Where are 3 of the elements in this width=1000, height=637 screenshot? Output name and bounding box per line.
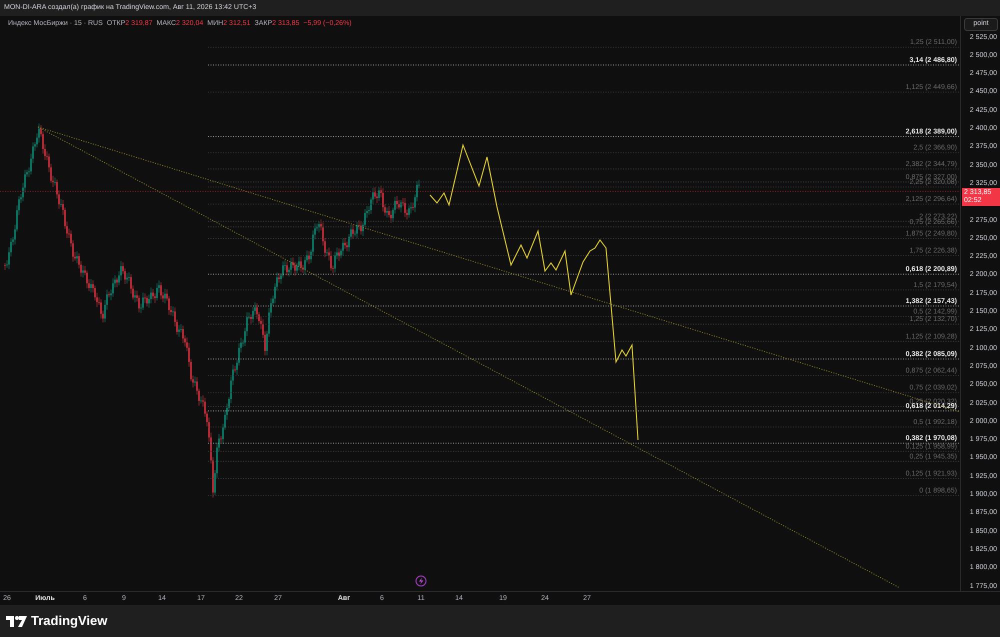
logo-icon: [6, 616, 27, 626]
lightning-icon[interactable]: [416, 576, 426, 586]
logo-text: TradingView: [31, 612, 108, 630]
